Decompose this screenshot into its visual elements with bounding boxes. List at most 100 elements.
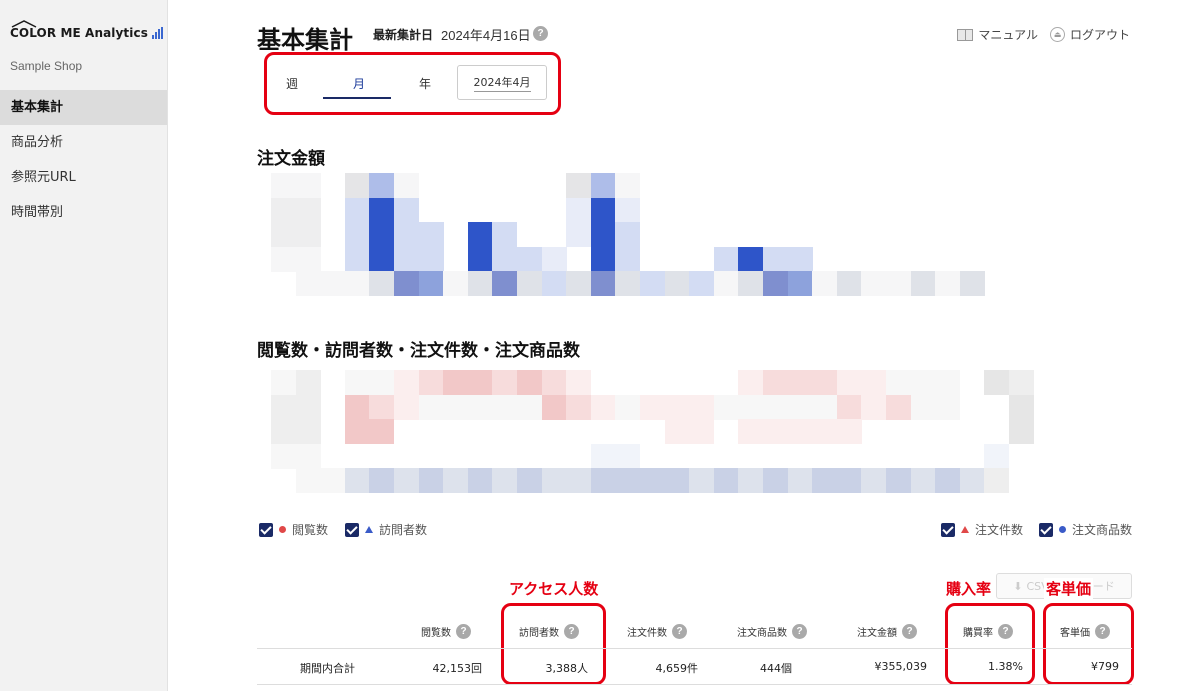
checkbox-orders[interactable]: [941, 522, 955, 537]
blur-pixel: [763, 370, 788, 395]
blur-pixel: [271, 443, 296, 469]
triangle-icon: [961, 526, 969, 533]
blur-pixel: [984, 443, 1010, 469]
blur-pixel: [492, 468, 518, 494]
blur-pixel: [369, 370, 395, 395]
blur-pixel: [271, 222, 296, 248]
blur-pixel: [787, 370, 813, 395]
blur-pixel: [344, 271, 370, 297]
blur-pixel: [787, 394, 813, 420]
app-logo[interactable]: COLOR ME Analytics: [10, 20, 163, 40]
checkbox-visitors[interactable]: [345, 522, 359, 537]
blur-pixel: [812, 370, 838, 395]
blur-pixel: [418, 370, 444, 395]
blur-pixel: [590, 394, 616, 420]
blur-pixel: [1009, 370, 1034, 395]
blur-pixel: [394, 173, 419, 198]
legend-order-items-label: 注文商品数: [1072, 523, 1133, 537]
blur-pixel: [787, 419, 813, 445]
sidebar-item-products[interactable]: 商品分析: [0, 125, 167, 160]
cell-orders: 4,659件: [655, 662, 699, 675]
blur-pixel: [418, 222, 444, 248]
sidebar-item-basic[interactable]: 基本集計: [0, 90, 167, 125]
blur-pixel: [566, 370, 592, 395]
blur-pixel: [615, 246, 641, 272]
help-icon[interactable]: ?: [564, 624, 579, 639]
th-unit-price-label: 客単価: [1060, 628, 1090, 639]
blur-pixel: [763, 468, 788, 494]
blur-pixel: [664, 394, 690, 420]
period-selector: 週 月 年 2024年4月: [267, 55, 560, 114]
help-icon[interactable]: ?: [902, 624, 917, 639]
blur-pixel: [640, 394, 665, 420]
dot-icon: [279, 526, 286, 533]
blur-pixel: [984, 468, 1010, 494]
sidebar-item-referrers[interactable]: 参照元URL: [0, 160, 167, 195]
blur-pixel: [344, 246, 370, 272]
sidebar: COLOR ME Analytics Sample Shop 基本集計 商品分析…: [0, 0, 168, 691]
blur-pixel: [787, 468, 813, 494]
blur-pixel: [959, 468, 985, 494]
help-icon[interactable]: ?: [1095, 624, 1110, 639]
month-select-value: 2024年4月: [473, 74, 531, 92]
blur-pixel: [369, 419, 395, 445]
blur-pixel: [344, 222, 370, 248]
legend-orders[interactable]: 注文件数: [941, 521, 1023, 538]
blur-pixel: [369, 394, 395, 420]
tab-year[interactable]: 年: [419, 75, 431, 92]
legend-order-items[interactable]: 注文商品数: [1039, 521, 1132, 538]
checkbox-views[interactable]: [259, 522, 273, 537]
th-views-label: 閲覧数: [421, 628, 451, 639]
help-icon[interactable]: ?: [533, 26, 548, 41]
logout-link[interactable]: ⏏ ログアウト: [1049, 26, 1130, 43]
legend-views[interactable]: 閲覧数: [259, 521, 328, 538]
blur-pixel: [271, 246, 296, 272]
checkbox-order-items[interactable]: [1039, 522, 1053, 537]
blur-pixel: [935, 271, 961, 297]
th-purchase-rate-label: 購買率: [963, 628, 993, 639]
blur-pixel: [713, 271, 739, 297]
blur-pixel: [369, 197, 395, 223]
month-select[interactable]: 2024年4月: [457, 65, 547, 100]
th-purchase-rate: 購買率?: [963, 624, 1013, 639]
blur-pixel: [689, 468, 715, 494]
blur-pixel: [517, 370, 542, 395]
blur-pixel: [492, 370, 518, 395]
blur-pixel: [935, 394, 961, 420]
blur-pixel: [344, 370, 370, 395]
blur-pixel: [467, 370, 493, 395]
table-divider: [257, 684, 1132, 685]
blur-pixel: [295, 246, 321, 272]
tab-month[interactable]: 月: [353, 75, 365, 92]
blur-pixel: [910, 370, 936, 395]
blur-pixel: [418, 271, 444, 297]
download-icon: ⬇: [1013, 579, 1023, 593]
blur-pixel: [517, 394, 542, 420]
blur-pixel: [418, 246, 444, 272]
help-icon[interactable]: ?: [792, 624, 807, 639]
blur-pixel: [344, 419, 370, 445]
help-icon[interactable]: ?: [672, 624, 687, 639]
legend-views-label: 閲覧数: [292, 523, 329, 537]
blur-pixel: [935, 370, 961, 395]
blur-pixel: [320, 468, 346, 494]
blur-pixel: [443, 468, 469, 494]
blur-pixel: [689, 394, 715, 420]
blur-pixel: [443, 370, 469, 395]
help-icon[interactable]: ?: [456, 624, 471, 639]
th-unit-price: 客単価?: [1060, 624, 1110, 639]
blur-pixel: [369, 468, 395, 494]
blur-pixel: [713, 468, 739, 494]
legend-visitors[interactable]: 訪問者数: [345, 521, 427, 538]
tab-week[interactable]: 週: [286, 75, 298, 92]
sidebar-item-hourly[interactable]: 時間帯別: [0, 195, 167, 230]
th-order-amount-label: 注文金額: [857, 628, 897, 639]
blur-pixel: [517, 246, 542, 272]
table-divider: [257, 648, 1132, 649]
blur-pixel: [861, 271, 887, 297]
help-icon[interactable]: ?: [998, 624, 1013, 639]
cell-order-amount: ¥355,039: [874, 660, 928, 673]
manual-link[interactable]: マニュアル: [957, 26, 1038, 43]
blur-pixel: [1009, 419, 1034, 445]
blur-pixel: [394, 468, 419, 494]
